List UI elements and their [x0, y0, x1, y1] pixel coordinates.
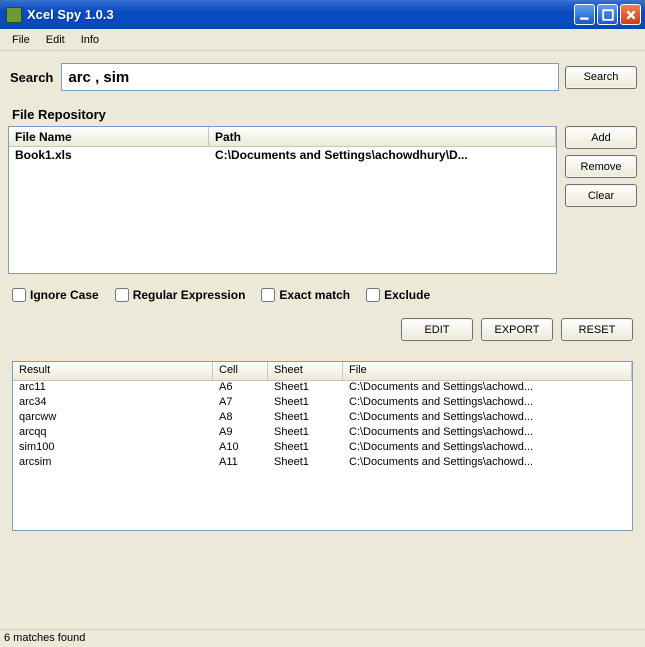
exact-checkbox[interactable]: Exact match	[261, 288, 350, 302]
results-cell-cell: A6	[213, 381, 268, 396]
status-text: 6 matches found	[4, 632, 85, 644]
results-cell-cell: A11	[213, 456, 268, 471]
results-row[interactable]: arc34A7Sheet1C:\Documents and Settings\a…	[13, 396, 632, 411]
ignore-case-input[interactable]	[12, 288, 26, 302]
export-button[interactable]: EXPORT	[481, 318, 553, 341]
regex-input[interactable]	[115, 288, 129, 302]
results-row[interactable]: arcsimA11Sheet1C:\Documents and Settings…	[13, 456, 632, 471]
window-title: Xcel Spy 1.0.3	[27, 7, 574, 22]
results-cell-cell: A10	[213, 441, 268, 456]
exact-input[interactable]	[261, 288, 275, 302]
menu-edit[interactable]: Edit	[38, 32, 73, 48]
results-cell-sheet: Sheet1	[268, 396, 343, 411]
results-cell-result: qarcww	[13, 411, 213, 426]
results-cell-sheet: Sheet1	[268, 381, 343, 396]
results-cell-file: C:\Documents and Settings\achowd...	[343, 396, 632, 411]
remove-button[interactable]: Remove	[565, 155, 637, 178]
regex-label: Regular Expression	[133, 288, 246, 302]
repo-listview[interactable]: File Name Path Book1.xlsC:\Documents and…	[8, 126, 557, 274]
search-button[interactable]: Search	[565, 66, 637, 89]
results-cell-file: C:\Documents and Settings\achowd...	[343, 426, 632, 441]
search-input[interactable]	[61, 63, 559, 91]
repo-cell-name: Book1.xls	[9, 147, 209, 164]
results-row[interactable]: sim100A10Sheet1C:\Documents and Settings…	[13, 441, 632, 456]
results-cell-result: arc34	[13, 396, 213, 411]
results-listview[interactable]: Result Cell Sheet File arc11A6Sheet1C:\D…	[12, 361, 633, 531]
edit-button[interactable]: EDIT	[401, 318, 473, 341]
results-cell-sheet: Sheet1	[268, 426, 343, 441]
repo-section-label: File Repository	[8, 107, 637, 122]
ignore-case-label: Ignore Case	[30, 288, 99, 302]
content-area: Search Search File Repository File Name …	[0, 51, 645, 629]
regex-checkbox[interactable]: Regular Expression	[115, 288, 246, 302]
results-cell-sheet: Sheet1	[268, 441, 343, 456]
add-button[interactable]: Add	[565, 126, 637, 149]
results-header-sheet[interactable]: Sheet	[268, 362, 343, 380]
results-cell-sheet: Sheet1	[268, 456, 343, 471]
maximize-button[interactable]	[597, 4, 618, 25]
minimize-button[interactable]	[574, 4, 595, 25]
exclude-checkbox[interactable]: Exclude	[366, 288, 430, 302]
clear-button[interactable]: Clear	[565, 184, 637, 207]
results-cell-file: C:\Documents and Settings\achowd...	[343, 411, 632, 426]
results-cell-result: arc11	[13, 381, 213, 396]
menu-file[interactable]: File	[4, 32, 38, 48]
results-cell-file: C:\Documents and Settings\achowd...	[343, 381, 632, 396]
menu-info[interactable]: Info	[73, 32, 107, 48]
exclude-input[interactable]	[366, 288, 380, 302]
search-label: Search	[8, 70, 55, 85]
results-cell-file: C:\Documents and Settings\achowd...	[343, 456, 632, 471]
repo-header-path[interactable]: Path	[209, 127, 556, 146]
results-cell-result: arcqq	[13, 426, 213, 441]
results-header-result[interactable]: Result	[13, 362, 213, 380]
results-cell-cell: A8	[213, 411, 268, 426]
close-button[interactable]	[620, 4, 641, 25]
app-icon	[6, 7, 22, 23]
results-cell-cell: A9	[213, 426, 268, 441]
results-header-cell[interactable]: Cell	[213, 362, 268, 380]
results-row[interactable]: arcqqA9Sheet1C:\Documents and Settings\a…	[13, 426, 632, 441]
repo-cell-path: C:\Documents and Settings\achowdhury\D..…	[209, 147, 556, 164]
results-cell-result: arcsim	[13, 456, 213, 471]
results-cell-file: C:\Documents and Settings\achowd...	[343, 441, 632, 456]
exact-label: Exact match	[279, 288, 350, 302]
repo-row[interactable]: Book1.xlsC:\Documents and Settings\achow…	[9, 147, 556, 164]
repo-header-name[interactable]: File Name	[9, 127, 209, 146]
status-bar: 6 matches found	[0, 629, 645, 647]
results-cell-sheet: Sheet1	[268, 411, 343, 426]
ignore-case-checkbox[interactable]: Ignore Case	[12, 288, 99, 302]
results-row[interactable]: arc11A6Sheet1C:\Documents and Settings\a…	[13, 381, 632, 396]
results-cell-result: sim100	[13, 441, 213, 456]
results-header-file[interactable]: File	[343, 362, 632, 380]
titlebar: Xcel Spy 1.0.3	[0, 0, 645, 29]
reset-button[interactable]: RESET	[561, 318, 633, 341]
menubar: File Edit Info	[0, 29, 645, 51]
exclude-label: Exclude	[384, 288, 430, 302]
results-row[interactable]: qarcwwA8Sheet1C:\Documents and Settings\…	[13, 411, 632, 426]
results-cell-cell: A7	[213, 396, 268, 411]
